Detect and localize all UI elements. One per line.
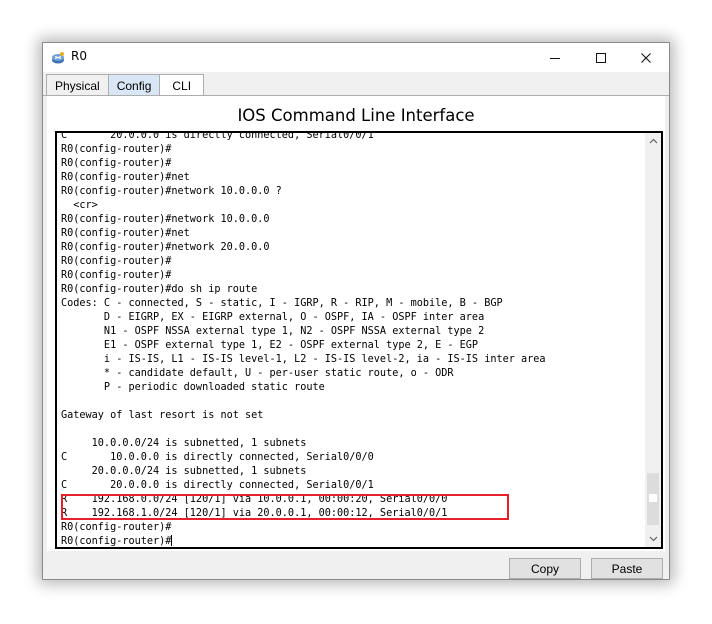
scroll-up-arrow-icon[interactable] <box>645 133 661 149</box>
minimize-icon[interactable] <box>532 43 578 72</box>
title-bar[interactable]: R0 <box>43 43 669 72</box>
terminal-line: R0(config-router)# <box>61 256 172 267</box>
terminal-line: R0(config-router)# <box>61 144 172 155</box>
terminal-line: R0(config-router)#network 10.0.0.0 <box>61 214 270 225</box>
copy-button[interactable]: Copy <box>509 558 581 579</box>
terminal-line: <cr> <box>61 200 98 211</box>
terminal-prompt-line[interactable]: R0(config-router)# <box>61 535 647 547</box>
terminal-line: C 10.0.0.0 is directly connected, Serial… <box>61 452 374 463</box>
router-icon <box>51 50 65 64</box>
tab-bar: Physical Config CLI <box>46 74 205 96</box>
terminal-line: i - IS-IS, L1 - IS-IS level-1, L2 - IS-I… <box>61 354 546 365</box>
scroll-down-arrow-icon[interactable] <box>645 531 661 547</box>
terminal-line: R0(config-router)#net <box>61 228 190 239</box>
window-title: R0 <box>71 49 87 63</box>
terminal-prompt: R0(config-router)# <box>61 536 172 547</box>
close-icon[interactable] <box>623 43 669 72</box>
vertical-scrollbar[interactable] <box>645 133 661 547</box>
terminal-line: D - EIGRP, EX - EIGRP external, O - OSPF… <box>61 312 485 323</box>
terminal-lines: C 20.0.0.0 is directly connected, Serial… <box>61 131 647 547</box>
terminal-line: E1 - OSPF external type 1, E2 - OSPF ext… <box>61 340 479 351</box>
terminal-line: N1 - OSPF NSSA external type 1, N2 - OSP… <box>61 326 485 337</box>
maximize-icon[interactable] <box>578 43 624 72</box>
text-cursor <box>171 535 173 546</box>
terminal-line: 20.0.0.0/24 is subnetted, 1 subnets <box>61 466 307 477</box>
terminal-line: C 20.0.0.0 is directly connected, Serial… <box>61 480 374 491</box>
rip-route-line: R 192.168.0.0/24 [120/1] via 10.0.0.1, 0… <box>61 494 448 505</box>
tab-physical[interactable]: Physical <box>46 74 109 96</box>
terminal-line: R0(config-router)# <box>61 158 172 169</box>
scroll-thumb[interactable] <box>647 473 659 525</box>
rip-route-line: R 192.168.1.0/24 [120/1] via 20.0.0.1, 0… <box>61 508 448 519</box>
terminal-line: R0(config-router)# <box>61 270 172 281</box>
terminal-line: * - candidate default, U - per-user stat… <box>61 368 454 379</box>
cli-window: R0 Physical Config CLI IOS Command Line … <box>42 42 670 580</box>
terminal-line: R0(config-router)#net <box>61 172 190 183</box>
tab-config[interactable]: Config <box>107 74 161 96</box>
paste-button[interactable]: Paste <box>591 558 663 579</box>
terminal-line: R0(config-router)#do sh ip route <box>61 284 258 295</box>
terminal-line: P - periodic downloaded static route <box>61 382 325 393</box>
terminal-output[interactable]: C 20.0.0.0 is directly connected, Serial… <box>55 131 663 549</box>
tab-cli[interactable]: CLI <box>159 74 205 96</box>
terminal-line: C 20.0.0.0 is directly connected, Serial… <box>61 131 374 141</box>
terminal-line: Gateway of last resort is not set <box>61 410 264 421</box>
terminal-line: 10.0.0.0/24 is subnetted, 1 subnets <box>61 438 307 449</box>
terminal-line: R0(config-router)#network 20.0.0.0 <box>61 242 270 253</box>
terminal-line: Codes: C - connected, S - static, I - IG… <box>61 298 503 309</box>
terminal-line: R0(config-router)#network 10.0.0.0 ? <box>61 186 282 197</box>
terminal-line: R0(config-router)# <box>61 522 172 533</box>
scroll-thumb-grip <box>649 494 657 502</box>
panel-heading: IOS Command Line Interface <box>237 106 475 125</box>
